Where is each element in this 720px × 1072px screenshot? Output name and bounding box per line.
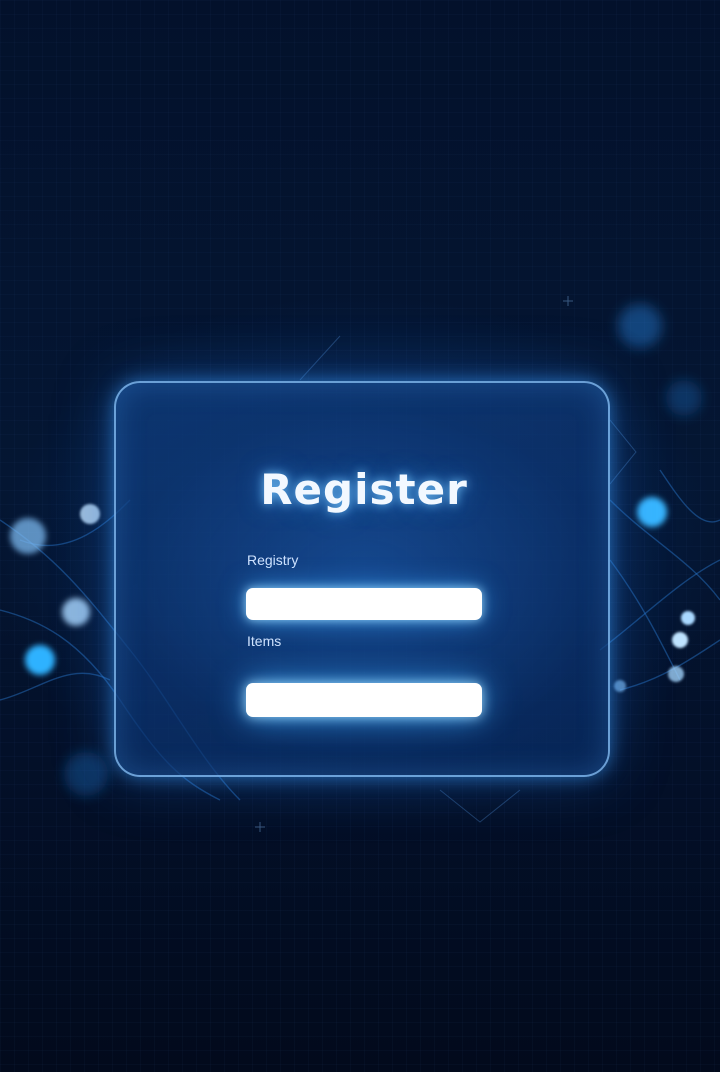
page-title: Register <box>260 465 468 514</box>
glow-dot <box>64 752 108 796</box>
glow-dot <box>25 645 55 675</box>
glow-dot <box>80 504 100 524</box>
field-2-label: Items <box>247 633 282 649</box>
field-1-label: Registry <box>247 552 299 568</box>
glow-dot <box>681 611 695 625</box>
glow-dot <box>618 304 662 348</box>
glow-dot <box>614 680 626 692</box>
glow-dot <box>672 632 688 648</box>
glow-dot <box>10 518 46 554</box>
items-input[interactable] <box>246 683 482 717</box>
glow-dot <box>637 497 667 527</box>
glow-dot <box>62 598 90 626</box>
register-card: Register Registry Items <box>114 381 610 777</box>
glow-dot <box>668 666 684 682</box>
glow-dot <box>666 380 702 416</box>
registry-input[interactable] <box>246 588 482 620</box>
